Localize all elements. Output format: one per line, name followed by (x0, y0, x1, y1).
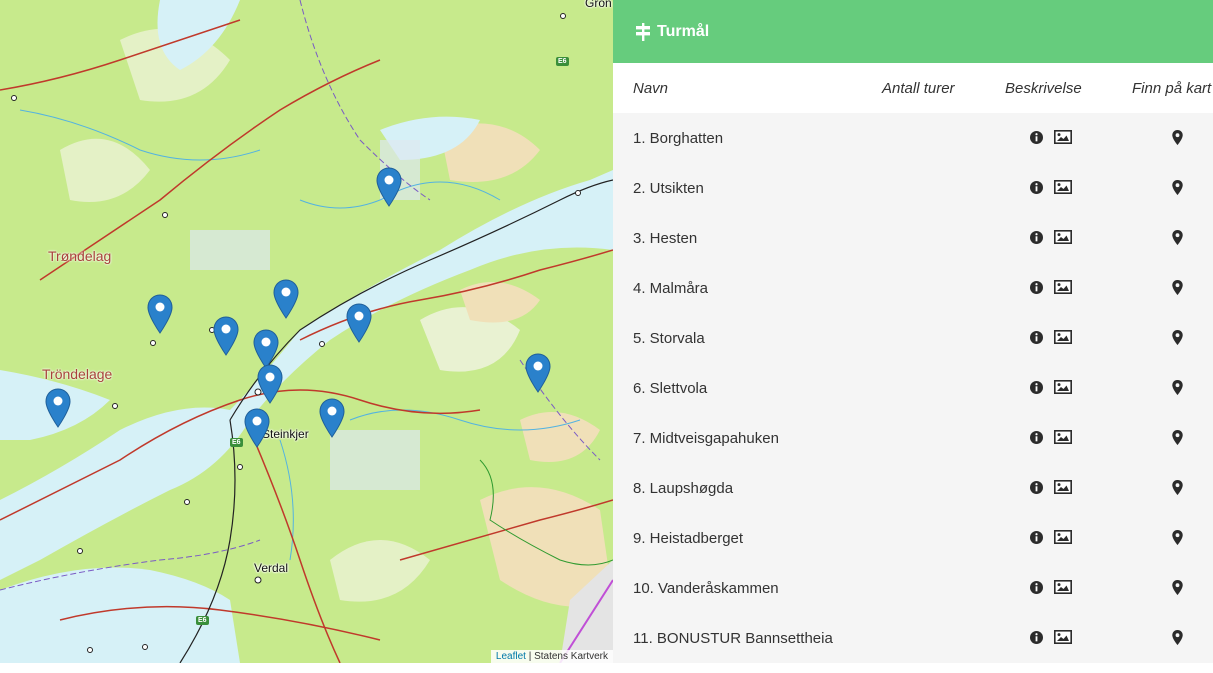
map-marker[interactable] (257, 364, 283, 404)
destination-name: 1. Borghatten (633, 129, 724, 147)
map-pin-icon[interactable] (1172, 430, 1183, 445)
info-icon[interactable] (1029, 280, 1044, 295)
destination-list: 1. Borghatten 2. Utsikten 3. Hesten 4. Malm… (613, 113, 1213, 663)
table-row: 2. Utsikten (613, 163, 1213, 213)
info-icon[interactable] (1029, 530, 1044, 545)
destination-name: 3. Hesten (633, 229, 698, 247)
map-marker[interactable] (376, 167, 402, 207)
map-marker[interactable] (244, 408, 270, 448)
image-icon[interactable] (1054, 180, 1072, 194)
map-pin-icon[interactable] (1172, 580, 1183, 595)
table-row: 8. Laupshøgda (613, 463, 1213, 513)
table-row: 3. Hesten (613, 213, 1213, 263)
info-icon[interactable] (1029, 480, 1044, 495)
road-shield: E6 (556, 57, 569, 66)
region-label-alt: Tröndelage (42, 366, 113, 382)
map-marker[interactable] (45, 388, 71, 428)
table-header: Navn Antall turer Beskrivelse Finn på ka… (613, 63, 1213, 113)
table-row: 7. Midtveisgapahuken (613, 413, 1213, 463)
table-row: 10. Vanderåskammen (613, 563, 1213, 613)
column-find-on-map: Finn på kart (1132, 79, 1212, 97)
road-shield: E6 (230, 438, 243, 447)
info-icon[interactable] (1029, 430, 1044, 445)
map-pin-icon[interactable] (1172, 280, 1183, 295)
signpost-icon (636, 22, 650, 41)
map-tiles (0, 0, 613, 663)
destinations-panel: Turmål Navn Antall turer Beskrivelse Fin… (613, 0, 1213, 673)
info-icon[interactable] (1029, 580, 1044, 595)
info-icon[interactable] (1029, 630, 1044, 645)
destination-name: 11. BONUSTUR Bannsettheia (633, 629, 833, 647)
map-marker[interactable] (213, 316, 239, 356)
table-row: 9. Heistadberget (613, 513, 1213, 563)
map-marker[interactable] (346, 303, 372, 343)
map-pin-icon[interactable] (1172, 380, 1183, 395)
column-count: Antall turer (882, 79, 955, 97)
town-label-verdal: Verdal (254, 561, 289, 575)
table-row: 4. Malmåra (613, 263, 1213, 313)
image-icon[interactable] (1054, 480, 1072, 494)
region-label: Trøndelag (48, 248, 112, 264)
column-name: Navn (633, 79, 669, 97)
image-icon[interactable] (1054, 130, 1072, 144)
road-shield: E6 (196, 616, 209, 625)
map-marker[interactable] (319, 398, 345, 438)
table-row: 1. Borghatten (613, 113, 1213, 163)
map-pin-icon[interactable] (1172, 330, 1183, 345)
map-pin-icon[interactable] (1172, 180, 1183, 195)
image-icon[interactable] (1054, 330, 1072, 344)
map-pin-icon[interactable] (1172, 230, 1183, 245)
town-label-corner: Gron (585, 0, 612, 10)
info-icon[interactable] (1029, 130, 1044, 145)
destination-name: 8. Laupshøgda (633, 479, 734, 497)
destination-name: 7. Midtveisgapahuken (633, 429, 779, 447)
destination-name: 4. Malmåra (633, 279, 709, 297)
image-icon[interactable] (1054, 280, 1072, 294)
destination-name: 9. Heistadberget (633, 529, 744, 547)
panel-title: Turmål (657, 22, 710, 40)
destination-name: 5. Storvala (633, 329, 705, 347)
panel-header: Turmål (613, 0, 1213, 63)
map-marker[interactable] (525, 353, 551, 393)
leaflet-link[interactable]: Leaflet (496, 651, 526, 662)
image-icon[interactable] (1054, 230, 1072, 244)
map-attribution: Leaflet | Statens Kartverk (490, 650, 613, 663)
info-icon[interactable] (1029, 180, 1044, 195)
image-icon[interactable] (1054, 530, 1072, 544)
map-pin-icon[interactable] (1172, 480, 1183, 495)
image-icon[interactable] (1054, 430, 1072, 444)
image-icon[interactable] (1054, 580, 1072, 594)
info-icon[interactable] (1029, 230, 1044, 245)
map-pin-icon[interactable] (1172, 630, 1183, 645)
image-icon[interactable] (1054, 380, 1072, 394)
info-icon[interactable] (1029, 380, 1044, 395)
destination-name: 10. Vanderåskammen (633, 579, 779, 597)
map-view[interactable]: Trøndelag Tröndelage Steinkjer Verdal Gr… (0, 0, 613, 663)
destination-name: 2. Utsikten (633, 179, 704, 197)
table-row: 11. BONUSTUR Bannsettheia (613, 613, 1213, 663)
info-icon[interactable] (1029, 330, 1044, 345)
map-pin-icon[interactable] (1172, 130, 1183, 145)
map-marker[interactable] (147, 294, 173, 334)
table-row: 6. Slettvola (613, 363, 1213, 413)
map-marker[interactable] (253, 329, 279, 369)
map-marker[interactable] (273, 279, 299, 319)
attribution-text: | Statens Kartverk (528, 651, 608, 662)
destination-name: 6. Slettvola (633, 379, 708, 397)
map-pin-icon[interactable] (1172, 530, 1183, 545)
column-description: Beskrivelse (1005, 79, 1082, 97)
image-icon[interactable] (1054, 630, 1072, 644)
table-row: 5. Storvala (613, 313, 1213, 363)
